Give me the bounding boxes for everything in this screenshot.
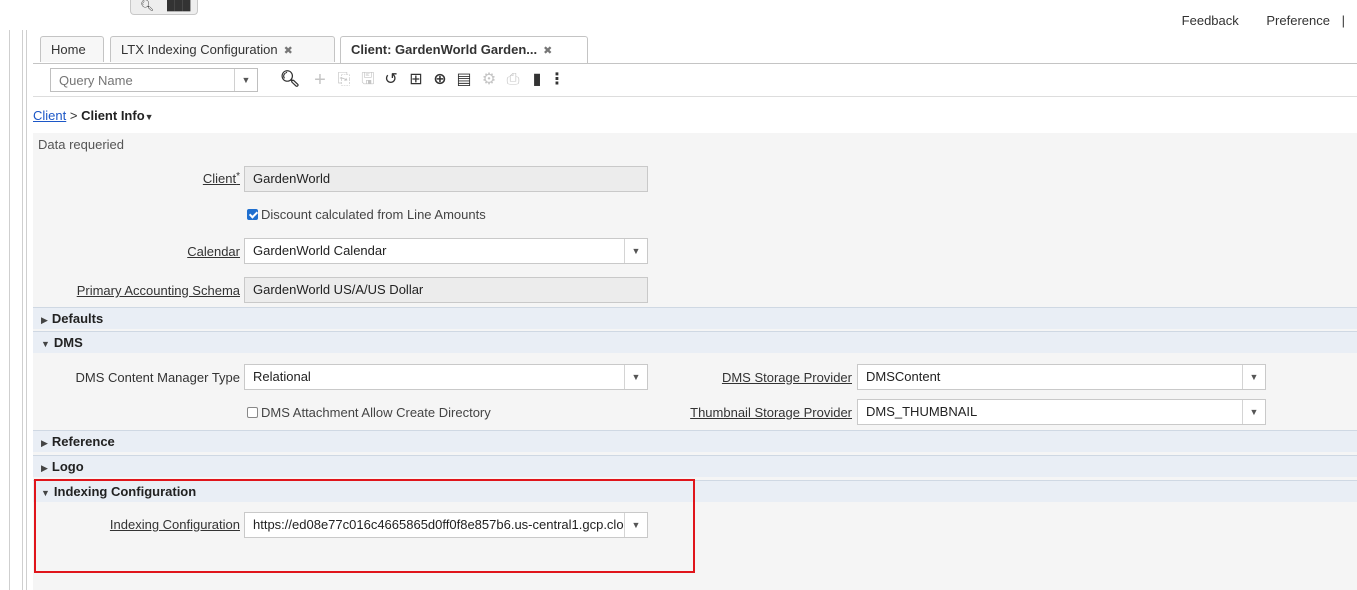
top-links: Feedback Preference |: [1158, 13, 1345, 28]
tab-ltx-indexing-configuration[interactable]: LTX Indexing Configuration ✖: [110, 36, 335, 62]
left-gutter-line: [22, 30, 23, 590]
accounting-schema-label[interactable]: Primary Accounting Schema: [46, 283, 240, 298]
checkbox-checked-icon[interactable]: [247, 209, 258, 220]
dms-content-manager-type-select[interactable]: Relational ▼: [244, 364, 648, 390]
chevron-down-icon[interactable]: ▼: [624, 239, 647, 263]
discount-checkbox[interactable]: Discount calculated from Line Amounts: [247, 207, 486, 222]
chevron-down-icon[interactable]: ▼: [1242, 365, 1265, 389]
section-defaults[interactable]: ▶ Defaults: [33, 307, 1357, 329]
grid-icon[interactable]: ███: [167, 0, 190, 11]
grid-toggle-icon[interactable]: ⊞: [405, 68, 427, 92]
calendar-select[interactable]: GardenWorld Calendar ▼: [244, 238, 648, 264]
dms-attachment-checkbox[interactable]: DMS Attachment Allow Create Directory: [247, 405, 491, 420]
caret-down-icon: ▼: [41, 339, 50, 349]
document-icon[interactable]: ▮: [526, 68, 548, 92]
top-strip: [0, 0, 1357, 30]
breadcrumb-current[interactable]: Client Info: [81, 108, 145, 123]
search-icon[interactable]: 🔍︎: [140, 0, 154, 12]
dms-attachment-label: DMS Attachment Allow Create Directory: [261, 405, 491, 420]
dms-storage-provider-value: DMSContent: [866, 369, 941, 384]
preference-link[interactable]: Preference: [1266, 13, 1330, 28]
breadcrumb-separator: >: [69, 108, 78, 123]
close-icon[interactable]: ✖: [543, 45, 552, 57]
section-logo[interactable]: ▶ Logo: [33, 455, 1357, 477]
top-separator: |: [1341, 13, 1345, 28]
client-label[interactable]: Client*: [170, 171, 240, 186]
left-gutter-line: [26, 30, 27, 590]
tab-label: Home: [51, 42, 86, 57]
query-name-combobox[interactable]: ▼: [50, 68, 258, 92]
status-message: Data requeried: [38, 137, 124, 152]
query-name-input[interactable]: [51, 69, 252, 91]
close-icon[interactable]: ✖: [284, 45, 293, 57]
save-icon[interactable]: 🖫︎: [357, 68, 379, 92]
highlight-box: [34, 479, 695, 573]
dms-storage-provider-select[interactable]: DMSContent ▼: [857, 364, 1266, 390]
chevron-down-icon[interactable]: ▼: [624, 365, 647, 389]
calendar-label[interactable]: Calendar: [160, 244, 240, 259]
process-icon[interactable]: ⚙: [478, 68, 500, 92]
discount-label: Discount calculated from Line Amounts: [261, 207, 486, 222]
section-reference[interactable]: ▶ Reference: [33, 430, 1357, 452]
left-gutter-line: [9, 30, 10, 590]
dms-content-manager-type-value: Relational: [253, 369, 311, 384]
caret-right-icon: ▶: [41, 463, 48, 473]
new-record-icon[interactable]: +: [309, 68, 331, 92]
thumbnail-storage-provider-label[interactable]: Thumbnail Storage Provider: [650, 405, 852, 420]
dms-content-manager-type-label: DMS Content Manager Type: [75, 370, 240, 385]
tab-home[interactable]: Home: [40, 36, 104, 62]
undo-icon[interactable]: ↺: [380, 68, 402, 92]
checkbox-unchecked-icon[interactable]: [247, 407, 258, 418]
thumbnail-storage-provider-value: DMS_THUMBNAIL: [866, 404, 978, 419]
copy-icon[interactable]: ⎘: [333, 68, 355, 92]
breadcrumb: Client > Client Info▼: [33, 108, 154, 123]
zoom-icon[interactable]: ⊕: [429, 68, 451, 92]
breadcrumb-client-link[interactable]: Client: [33, 108, 66, 123]
calendar-value: GardenWorld Calendar: [253, 243, 387, 258]
tab-label: LTX Indexing Configuration: [121, 42, 278, 57]
accounting-schema-field: GardenWorld US/A/US Dollar: [244, 277, 648, 303]
tab-client-gardenworld[interactable]: Client: GardenWorld Garden... ✖: [340, 36, 588, 63]
caret-down-icon[interactable]: ▼: [145, 112, 154, 122]
print-icon[interactable]: ⎙: [502, 68, 524, 92]
feedback-link[interactable]: Feedback: [1182, 13, 1239, 28]
more-icon[interactable]: ⋮: [546, 68, 568, 92]
thumbnail-storage-provider-select[interactable]: DMS_THUMBNAIL ▼: [857, 399, 1266, 425]
client-field: GardenWorld: [244, 166, 648, 192]
caret-right-icon: ▶: [41, 315, 48, 325]
caret-right-icon: ▶: [41, 438, 48, 448]
search-icon[interactable]: 🔍︎: [279, 68, 301, 92]
dms-storage-provider-label[interactable]: DMS Storage Provider: [690, 370, 852, 385]
chevron-down-icon[interactable]: ▼: [234, 69, 257, 91]
chevron-down-icon[interactable]: ▼: [1242, 400, 1265, 424]
tab-label: Client: GardenWorld Garden...: [351, 42, 538, 57]
top-icon-group[interactable]: 🔍︎ ███: [130, 0, 198, 15]
report-icon[interactable]: ▤: [453, 68, 475, 92]
section-dms[interactable]: ▼ DMS: [33, 331, 1357, 353]
